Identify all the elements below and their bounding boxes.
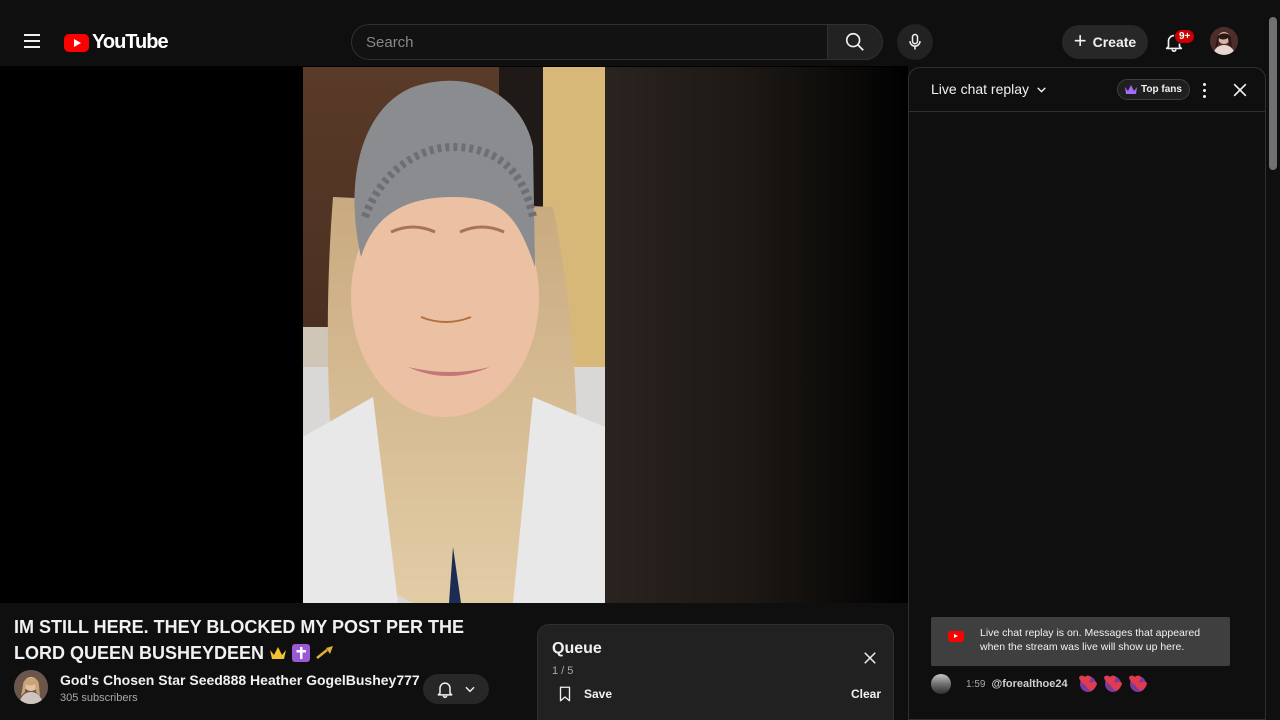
queue-save-button[interactable]: Save — [556, 685, 612, 703]
bell-icon — [437, 682, 453, 699]
subscribed-notifications-button[interactable] — [423, 674, 489, 704]
subscriber-count: 305 subscribers — [60, 692, 138, 704]
microphone-icon — [909, 33, 921, 50]
video-background — [605, 67, 908, 603]
chevron-down-icon — [1037, 86, 1046, 93]
search-button[interactable] — [827, 24, 883, 60]
video-frame[interactable] — [303, 67, 605, 603]
chat-mode-dropdown[interactable]: Live chat replay — [931, 81, 1048, 97]
cross-emoji-icon — [292, 644, 311, 662]
chat-replay-notice-text: Live chat replay is on. Messages that ap… — [980, 627, 1201, 653]
trumpet-emoji-icon — [316, 646, 334, 659]
logo-text: YouTube — [92, 31, 169, 53]
chat-message[interactable]: 1:59 @forealthoe24 — [931, 673, 1251, 695]
create-button[interactable]: + Create — [1062, 25, 1148, 59]
queue-save-label: Save — [584, 687, 613, 701]
live-chat-panel: Live chat replay Top fans Live chat repl… — [908, 67, 1266, 720]
youtube-play-icon — [64, 33, 89, 52]
chat-author-avatar[interactable] — [931, 674, 951, 694]
crown-icon — [1125, 84, 1137, 94]
queue-clear-button[interactable]: Clear — [851, 687, 881, 701]
menu-icon[interactable] — [16, 25, 48, 57]
queue-title: Queue — [552, 640, 602, 657]
heart-face-emoji-icon — [1103, 675, 1122, 692]
voice-search-button[interactable] — [897, 24, 933, 60]
create-label: Create — [1092, 34, 1137, 50]
video-player[interactable] — [0, 66, 908, 603]
video-title-text: IM STILL HERE. THEY BLOCKED MY POST PER … — [14, 617, 465, 663]
channel-avatar[interactable] — [14, 670, 48, 704]
chat-mode-label: Live chat replay — [931, 81, 1030, 97]
heart-face-emoji-icon — [1128, 675, 1147, 692]
heart-face-emoji-icon — [1078, 675, 1097, 692]
crown-emoji-icon — [270, 647, 287, 659]
chevron-down-icon — [465, 686, 475, 693]
masthead: YouTube + Create 9+ — [0, 0, 1280, 66]
bookmark-icon — [559, 686, 571, 702]
top-fans-label: Top fans — [1141, 84, 1182, 95]
chat-header: Live chat replay Top fans — [909, 68, 1265, 112]
top-fans-button[interactable]: Top fans — [1117, 79, 1190, 100]
chat-author-name[interactable]: @forealthoe24 — [991, 678, 1067, 690]
account-avatar[interactable] — [1210, 27, 1238, 55]
video-image — [303, 67, 605, 603]
queue-count: 1 / 5 — [552, 665, 574, 677]
search-icon — [845, 32, 864, 51]
plus-icon: + — [1073, 28, 1087, 53]
notification-badge: 9+ — [1174, 29, 1196, 44]
search-box[interactable] — [351, 24, 827, 60]
chat-replay-notice: Live chat replay is on. Messages that ap… — [931, 617, 1230, 666]
more-options-icon[interactable] — [1195, 81, 1213, 99]
close-icon[interactable] — [861, 649, 879, 667]
youtube-icon — [948, 631, 964, 642]
chat-timestamp: 1:59 — [966, 678, 986, 690]
search-input[interactable] — [366, 33, 813, 51]
queue-panel: Queue 1 / 5 Save Clear — [537, 624, 894, 720]
youtube-logo[interactable]: YouTube — [64, 31, 169, 54]
page-scrollbar-thumb[interactable] — [1269, 17, 1277, 170]
channel-name[interactable]: God's Chosen Star Seed888 Heather GogelB… — [60, 672, 420, 688]
close-icon[interactable] — [1230, 80, 1250, 100]
video-title: IM STILL HERE. THEY BLOCKED MY POST PER … — [14, 614, 514, 666]
